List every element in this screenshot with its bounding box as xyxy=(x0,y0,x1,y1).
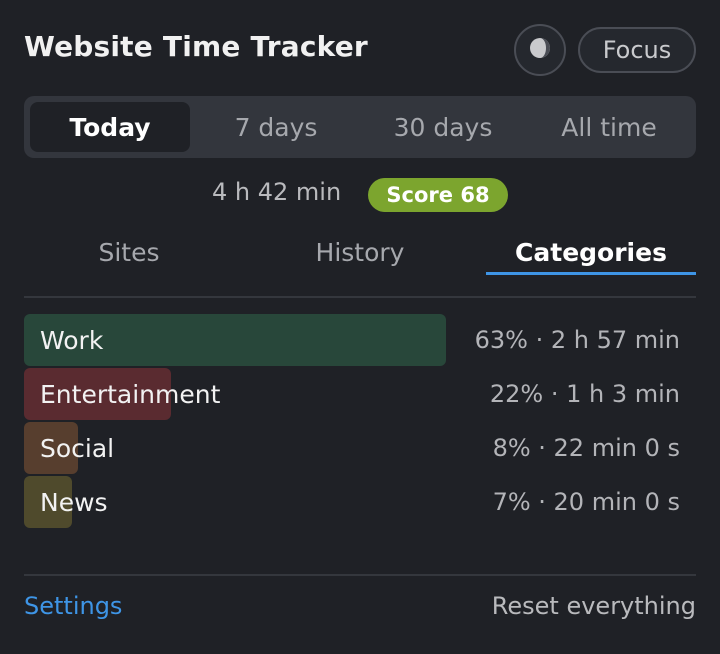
category-row-news[interactable]: News 7% · 20 min 0 s xyxy=(24,476,696,528)
category-row-entertainment[interactable]: Entertainment 22% · 1 h 3 min xyxy=(24,368,696,420)
category-name: Entertainment xyxy=(40,379,221,409)
score-badge: Score 68 xyxy=(368,178,508,212)
range-30-days[interactable]: 30 days xyxy=(360,102,526,152)
theme-toggle-button[interactable] xyxy=(514,24,566,76)
focus-button[interactable]: Focus xyxy=(578,27,696,73)
tab-history[interactable]: History xyxy=(255,230,465,274)
popup-root: Website Time Tracker Focus Today 7 days … xyxy=(0,0,720,654)
category-name: Social xyxy=(40,433,115,463)
app-title: Website Time Tracker xyxy=(24,30,368,63)
category-detail: 8% · 22 min 0 s xyxy=(492,434,680,462)
category-row-work[interactable]: Work 63% · 2 h 57 min xyxy=(24,314,696,366)
tab-sites[interactable]: Sites xyxy=(24,230,234,274)
range-selector: Today 7 days 30 days All time xyxy=(24,96,696,158)
category-detail: 63% · 2 h 57 min xyxy=(474,326,680,354)
settings-link[interactable]: Settings xyxy=(24,592,122,620)
tabs-divider xyxy=(24,296,696,298)
contrast-icon xyxy=(528,36,552,64)
category-name: News xyxy=(40,487,108,517)
category-row-social[interactable]: Social 8% · 22 min 0 s xyxy=(24,422,696,474)
tab-categories[interactable]: Categories xyxy=(486,230,696,274)
range-7-days[interactable]: 7 days xyxy=(194,102,358,152)
footer-divider xyxy=(24,574,696,576)
reset-everything-button[interactable]: Reset everything xyxy=(492,592,696,620)
active-tab-indicator xyxy=(486,272,696,275)
category-name: Work xyxy=(40,325,104,355)
range-today[interactable]: Today xyxy=(30,102,190,152)
total-time: 4 h 42 min xyxy=(212,178,342,206)
category-detail: 22% · 1 h 3 min xyxy=(489,380,680,408)
range-all-time[interactable]: All time xyxy=(528,102,690,152)
category-detail: 7% · 20 min 0 s xyxy=(492,488,680,516)
